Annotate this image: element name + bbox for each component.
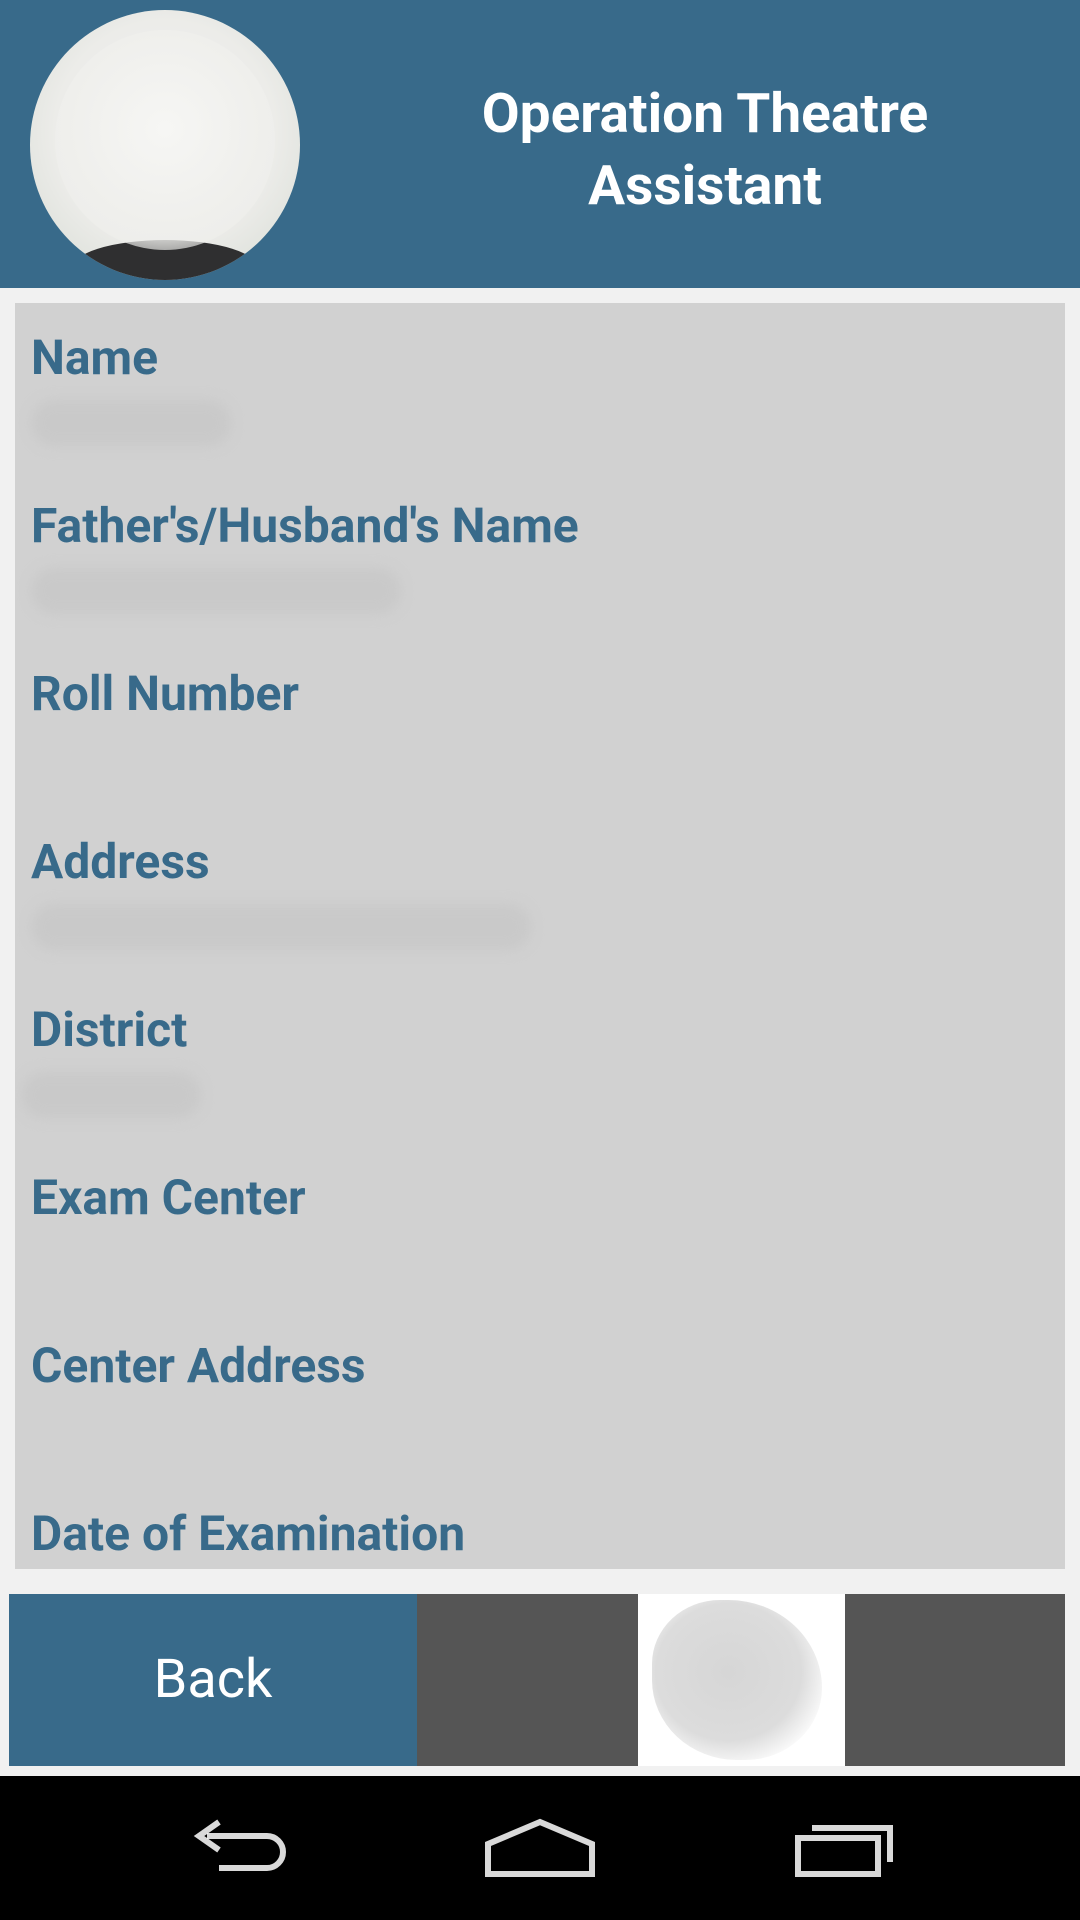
redacted-value (31, 904, 531, 950)
nav-back-button[interactable] (170, 1798, 310, 1898)
field-father-husband-name: Father's/Husband's Name (31, 496, 1051, 618)
field-value-roll-number (31, 730, 1051, 786)
field-label-district: District (31, 1001, 188, 1058)
page-title: Operation Theatre Assistant (360, 78, 1050, 222)
field-label-name: Name (31, 329, 159, 386)
field-value-exam-center (31, 1234, 1051, 1290)
admit-card-screen: Operation Theatre Assistant Name Father'… (0, 0, 1080, 1920)
field-center-address: Center Address (31, 1336, 1051, 1458)
redacted-value (21, 1072, 201, 1118)
field-address: Address (31, 832, 1051, 954)
candidate-photo (30, 10, 300, 280)
system-navigation-bar (0, 1776, 1080, 1920)
field-district: District (21, 1000, 1051, 1122)
nav-home-button[interactable] (470, 1798, 610, 1898)
page-title-line2: Assistant (588, 154, 822, 218)
candidate-signature-image (638, 1594, 850, 1766)
home-icon (485, 1818, 595, 1877)
field-roll-number: Roll Number (31, 664, 1051, 786)
field-label-father-husband-name: Father's/Husband's Name (31, 497, 579, 554)
field-label-address: Address (31, 833, 210, 890)
redacted-value (31, 568, 401, 614)
page-title-line1: Operation Theatre (481, 82, 929, 146)
recent-apps-icon (795, 1825, 893, 1877)
field-label-roll-number: Roll Number (31, 665, 300, 722)
bottom-action-bar: Back (9, 1594, 1065, 1766)
field-exam-center: Exam Center (31, 1168, 1051, 1290)
photo-redacted-face (55, 30, 275, 250)
candidate-details-panel: Name Father's/Husband's Name Roll Number… (15, 303, 1065, 1569)
nav-recent-apps-button[interactable] (775, 1798, 915, 1898)
header-bar: Operation Theatre Assistant (0, 0, 1080, 288)
field-label-center-address: Center Address (31, 1337, 366, 1394)
field-value-center-address (31, 1402, 1051, 1458)
filler-block (845, 1594, 1065, 1766)
redacted-value (31, 400, 231, 446)
field-date-of-examination: Date of Examination (31, 1504, 1051, 1569)
back-icon (193, 1819, 286, 1871)
filler-block (417, 1594, 647, 1766)
signature-redacted (652, 1600, 822, 1760)
field-name: Name (31, 328, 1051, 450)
back-button[interactable]: Back (9, 1594, 417, 1766)
field-label-date-of-examination: Date of Examination (31, 1505, 466, 1562)
field-label-exam-center: Exam Center (31, 1169, 306, 1226)
